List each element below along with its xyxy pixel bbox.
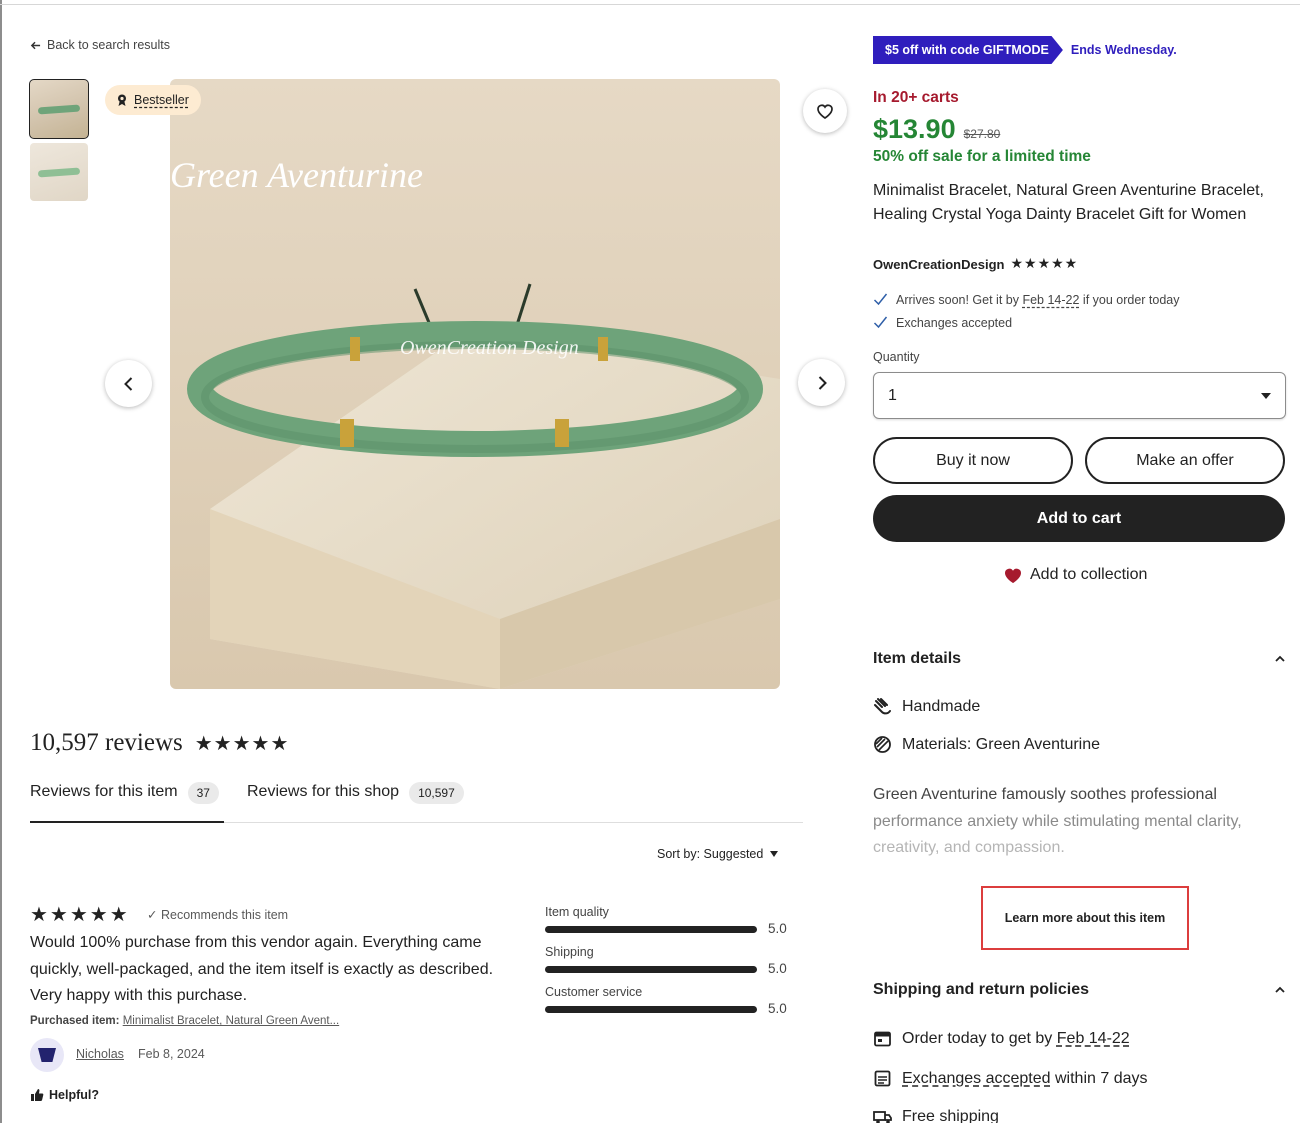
- purchased-item-line: Purchased item: Minimalist Bracelet, Nat…: [30, 1015, 339, 1027]
- tab-label: Reviews for this shop: [247, 783, 400, 800]
- order-date-line: Order today to get by Feb 14-22: [873, 1029, 1130, 1048]
- product-image: Green Aventurine OwenCreation Design: [170, 79, 780, 689]
- purchased-item-link[interactable]: Minimalist Bracelet, Natural Green Avent…: [123, 1015, 339, 1027]
- thumbnail-bracelet-icon: [37, 167, 81, 178]
- rating-value: 5.0: [768, 1001, 787, 1016]
- rating-label: Customer service: [545, 985, 643, 999]
- item-details-header[interactable]: Item details: [873, 650, 1286, 668]
- review-text: Would 100% purchase from this vendor aga…: [30, 934, 494, 1004]
- free-shipping-line: Free shipping: [873, 1107, 999, 1123]
- sort-dropdown[interactable]: Sort by: Suggested: [657, 847, 779, 861]
- reviewer-name-link[interactable]: Nicholas: [76, 1047, 124, 1061]
- favorite-button[interactable]: [803, 89, 847, 133]
- quantity-label: Quantity: [873, 350, 920, 364]
- shop-name-link[interactable]: OwenCreationDesign ★★★★★: [873, 256, 1078, 272]
- sale-price: $13.90: [873, 114, 956, 144]
- product-title: Minimalist Bracelet, Natural Green Avent…: [873, 182, 1264, 223]
- check-icon: ✓: [147, 908, 158, 922]
- chevron-up-icon: [1275, 986, 1285, 993]
- tab-count-badge: 37: [187, 782, 219, 804]
- rating-bar-shipping: [545, 966, 757, 973]
- back-to-search-link[interactable]: Back to search results: [30, 38, 170, 52]
- reviews-heading: 10,597 reviews ★★★★★: [30, 729, 289, 757]
- price-block: $13.90 $27.80: [873, 114, 1000, 145]
- receipt-icon: [874, 1070, 891, 1087]
- order-date[interactable]: Feb 14-22: [1057, 1030, 1130, 1047]
- caret-down-icon: [1261, 392, 1271, 399]
- check-icon: [873, 316, 888, 329]
- promo-banner: $5 off with code GIFTMODE Ends Wednesday…: [873, 36, 1177, 64]
- recommends-label: ✓ Recommends this item: [147, 908, 289, 922]
- rating-label: Shipping: [545, 945, 594, 959]
- chevron-up-icon: [1275, 655, 1285, 662]
- rating-value: 5.0: [768, 921, 787, 936]
- reviews-count: 10,597 reviews: [30, 729, 183, 756]
- materials-icon: [874, 736, 891, 753]
- in-carts-label: In 20+ carts: [873, 89, 959, 106]
- rating-bar-item-quality: [545, 926, 757, 933]
- learn-more-highlight: Learn more about this item: [981, 886, 1189, 950]
- original-price: $27.80: [963, 127, 1001, 141]
- heart-outline-icon: [817, 104, 833, 119]
- photo-title-overlay: Green Aventurine: [170, 155, 423, 195]
- reviews-stars-icon: ★★★★★: [194, 731, 290, 755]
- chevron-right-icon: [818, 375, 827, 390]
- quantity-value: 1: [888, 386, 897, 404]
- rating-bar-customer-service: [545, 1006, 757, 1013]
- bestseller-badge: Bestseller: [105, 85, 201, 115]
- arrival-date[interactable]: Feb 14-22: [1022, 293, 1079, 307]
- tab-reviews-shop[interactable]: Reviews for this shop 10,597: [247, 782, 464, 823]
- thumbnail-1[interactable]: [29, 79, 89, 139]
- quantity-select[interactable]: 1: [873, 372, 1286, 419]
- handmade-line: Handmade: [873, 697, 980, 716]
- calendar-icon: [874, 1031, 891, 1047]
- exchanges-accepted-link[interactable]: Exchanges accepted: [902, 1070, 1051, 1087]
- thumbnail-2[interactable]: [30, 143, 88, 201]
- rating-label: Item quality: [545, 905, 609, 919]
- add-to-collection-button[interactable]: Add to collection: [1003, 565, 1147, 585]
- exchanges-line: Exchanges accepted: [873, 315, 1012, 330]
- shipping-policies-header[interactable]: Shipping and return policies: [873, 981, 1286, 999]
- rating-value: 5.0: [768, 961, 787, 976]
- promo-code-tag: $5 off with code GIFTMODE: [873, 36, 1063, 64]
- promo-ends: Ends Wednesday.: [1070, 43, 1177, 57]
- check-icon: [873, 293, 888, 306]
- exchanges-policy-line: Exchanges accepted within 7 days: [873, 1069, 1148, 1088]
- photo-watermark: OwenCreation Design: [400, 337, 579, 359]
- reviews-tabs: Reviews for this item 37 Reviews for thi…: [30, 782, 803, 823]
- tab-label: Reviews for this item: [30, 783, 178, 800]
- buy-it-now-button[interactable]: Buy it now: [873, 437, 1073, 484]
- review-date: Feb 8, 2024: [138, 1047, 205, 1061]
- thumbs-up-icon: [31, 1089, 44, 1101]
- learn-more-button[interactable]: Learn more about this item: [1005, 911, 1165, 925]
- hand-icon: [874, 698, 891, 715]
- back-label: Back to search results: [47, 38, 170, 52]
- header-divider: [0, 4, 1300, 5]
- window-edge: [0, 0, 2, 1123]
- caret-down-icon: [770, 851, 779, 857]
- tab-count-badge: 10,597: [409, 782, 464, 804]
- materials-line: Materials: Green Aventurine: [873, 735, 1100, 754]
- helpful-button[interactable]: Helpful?: [30, 1088, 99, 1102]
- make-offer-button[interactable]: Make an offer: [1085, 437, 1285, 484]
- sale-label: 50% off sale for a limited time: [873, 148, 1091, 165]
- heart-filled-icon: [1005, 568, 1021, 583]
- bestseller-label: Bestseller: [134, 93, 189, 107]
- item-description: Green Aventurine famously soothes profes…: [873, 786, 1242, 856]
- tab-reviews-item[interactable]: Reviews for this item 37: [30, 782, 224, 823]
- avatar[interactable]: [30, 1038, 64, 1072]
- purchased-label: Purchased item:: [30, 1015, 120, 1027]
- sort-label: Sort by: Suggested: [657, 847, 764, 861]
- next-image-button[interactable]: [798, 359, 845, 406]
- thumbnail-bracelet-icon: [37, 104, 81, 115]
- previous-image-button[interactable]: [105, 360, 152, 407]
- review-stars-icon: ★★★★★: [30, 902, 130, 926]
- award-icon: [118, 94, 126, 106]
- arrow-left-icon: [30, 41, 41, 49]
- add-to-cart-button[interactable]: Add to cart: [873, 495, 1285, 542]
- chevron-left-icon: [123, 376, 132, 391]
- arrival-line: Arrives soon! Get it by Feb 14-22 if you…: [873, 292, 1180, 307]
- shop-stars-icon: ★★★★★: [1010, 256, 1079, 272]
- truck-icon: [873, 1111, 892, 1123]
